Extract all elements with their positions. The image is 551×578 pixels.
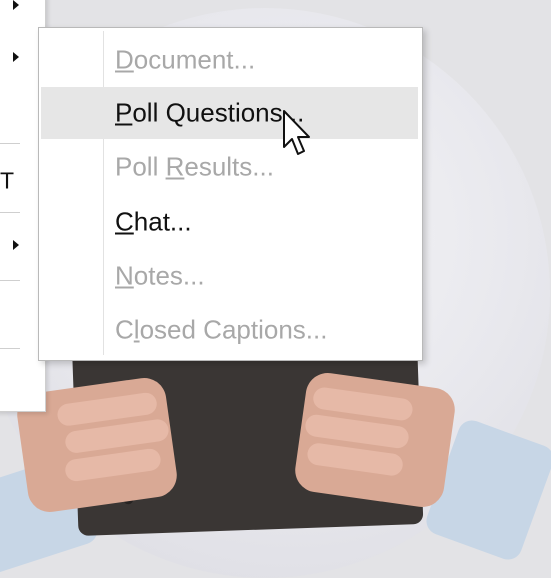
menu-item-document[interactable]: Document... [41, 34, 418, 86]
menu-item-label: Closed Captions... [115, 314, 328, 345]
menu-item-label: Document... [115, 44, 256, 75]
view-submenu: Document... Poll Questions... Poll Resul… [38, 27, 423, 361]
submenu-arrow-icon [13, 240, 19, 250]
menu-item-label: Notes... [115, 260, 205, 291]
menu-separator [0, 280, 20, 281]
menu-separator [0, 212, 20, 213]
right-hand [292, 370, 458, 510]
menu-separator [0, 143, 20, 144]
menu-item-chat[interactable]: Chat... [41, 196, 418, 248]
menu-item-poll-questions[interactable]: Poll Questions... [41, 87, 418, 139]
parent-menu-label: T [0, 167, 15, 194]
menu-item-notes[interactable]: Notes... [41, 250, 418, 302]
menu-item-closed-captions[interactable]: Closed Captions... [41, 304, 418, 356]
menu-item-label: Poll Questions... [115, 97, 305, 128]
menu-item-poll-results[interactable]: Poll Results... [41, 141, 418, 193]
mouse-pointer-icon [283, 110, 310, 155]
menu-item-label: Chat... [115, 206, 192, 237]
submenu-arrow-icon [13, 52, 19, 62]
submenu-arrow-icon [13, 0, 19, 10]
menu-separator [0, 348, 20, 349]
menu-item-label: Poll Results... [115, 151, 274, 182]
